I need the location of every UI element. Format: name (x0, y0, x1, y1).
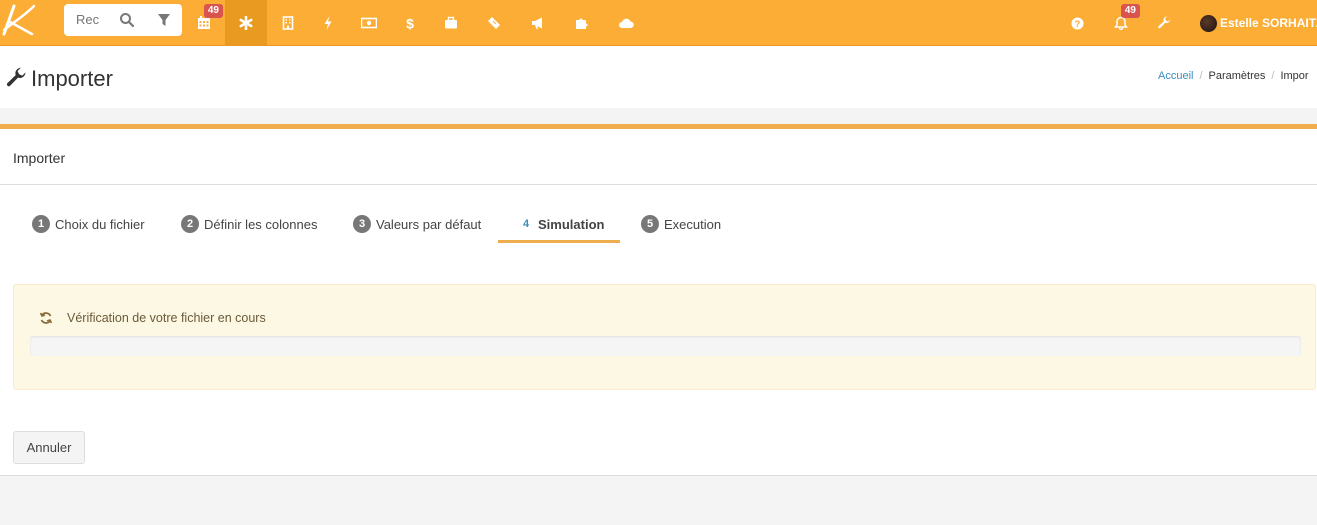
nav-cloud[interactable] (605, 0, 647, 46)
step-number: 1 (32, 215, 50, 233)
step-number: 5 (641, 215, 659, 233)
step-number: 4 (522, 218, 530, 230)
user-menu[interactable]: Estelle SORHAITZ (1200, 0, 1317, 46)
notifications-button[interactable]: 49 (1106, 0, 1140, 46)
user-name: Estelle SORHAITZ (1220, 16, 1317, 30)
breadcrumb-settings[interactable]: Paramètres (1209, 70, 1266, 82)
bell-icon (1114, 16, 1128, 30)
calendar-badge: 49 (203, 4, 223, 18)
money-icon (361, 17, 377, 29)
status-alert: Vérification de votre fichier en cours (13, 284, 1316, 390)
step-label: Définir les colonnes (204, 216, 318, 232)
briefcase-icon (445, 16, 457, 29)
breadcrumb-separator: / (1271, 70, 1275, 82)
search-input[interactable] (76, 12, 102, 27)
notifications-badge: 49 (1120, 4, 1140, 18)
status-message: Vérification de votre fichier en cours (67, 311, 266, 325)
nav-bullhorn[interactable] (517, 0, 559, 46)
nav-ticket[interactable] (473, 0, 515, 46)
search-box (64, 4, 182, 36)
puzzle-icon (576, 18, 588, 29)
step-label: Execution (664, 216, 722, 232)
nav-briefcase[interactable] (430, 0, 472, 46)
help-icon: ? (1070, 16, 1084, 30)
page-header: Importer Accueil / Paramètres / Impor (0, 46, 1317, 108)
step-label: Valeurs par défaut (376, 216, 482, 232)
nav-bolt[interactable] (307, 0, 349, 46)
wrench-icon (1158, 16, 1170, 29)
panel-title: Importer (13, 150, 66, 166)
refresh-icon (39, 312, 53, 324)
breadcrumb-current: Impor (1280, 70, 1309, 82)
nav-calendar[interactable]: 49 (183, 0, 225, 46)
step-2[interactable]: 2 Définir les colonnes (181, 213, 317, 235)
step-4[interactable]: 4 Simulation (519, 213, 605, 235)
cancel-button[interactable]: Annuler (13, 431, 85, 464)
breadcrumb-separator: / (1199, 70, 1203, 82)
step-label: Simulation (538, 216, 605, 232)
step-3[interactable]: 3 Valeurs par défaut (353, 213, 481, 235)
wrench-icon (6, 67, 26, 87)
nav-money[interactable] (348, 0, 390, 46)
filter-icon[interactable] (156, 12, 172, 28)
nav-building[interactable] (267, 0, 309, 46)
panel-divider (0, 184, 1317, 185)
bullhorn-icon (532, 17, 542, 29)
nav-dollar[interactable]: $ (389, 0, 431, 46)
nav-puzzle[interactable] (561, 0, 603, 46)
step-1[interactable]: 1 Choix du fichier (32, 213, 145, 235)
step-label: Choix du fichier (55, 216, 145, 232)
svg-text:?: ? (1074, 19, 1080, 29)
active-step-indicator (498, 240, 620, 243)
page-title: Importer (31, 66, 113, 91)
cloud-icon (619, 18, 634, 28)
breadcrumb: Accueil / Paramètres / Impor (1158, 70, 1309, 82)
top-navbar: 49 $ (0, 0, 1317, 46)
bolt-icon (324, 16, 332, 30)
help-button[interactable]: ? (1064, 0, 1090, 46)
asterisk-icon (239, 16, 253, 30)
search-icon[interactable] (119, 12, 135, 28)
breadcrumb-home[interactable]: Accueil (1158, 70, 1193, 82)
svg-text:$: $ (406, 16, 414, 30)
nav-asterisk[interactable] (225, 0, 267, 46)
step-5[interactable]: 5 Execution (641, 213, 721, 235)
ticket-icon (488, 17, 500, 29)
progress-bar (30, 336, 1301, 356)
calendar-icon (198, 16, 210, 29)
step-number: 3 (353, 215, 371, 233)
brand-logo[interactable] (0, 0, 40, 40)
step-number: 2 (181, 215, 199, 233)
avatar (1200, 14, 1217, 32)
dollar-icon: $ (406, 16, 414, 30)
settings-button[interactable] (1150, 0, 1178, 46)
building-icon (282, 16, 294, 30)
import-panel: Importer 1 Choix du fichier 2 Définir le… (0, 124, 1317, 476)
